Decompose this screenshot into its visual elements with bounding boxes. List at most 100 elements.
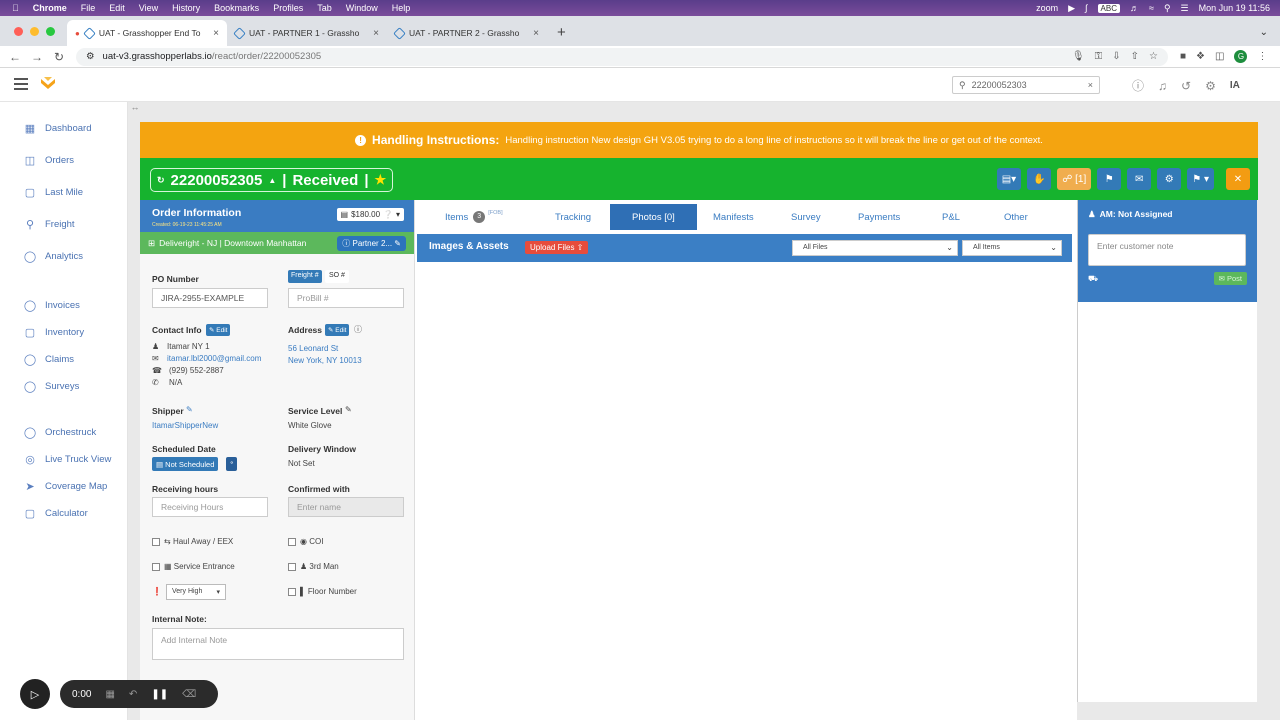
key-icon[interactable]: ⚿ — [1095, 51, 1103, 62]
side-panel-icon[interactable]: ◫ — [1215, 51, 1224, 62]
sidebar-item-last-mile[interactable]: ▢ Last Mile — [0, 179, 127, 205]
all-files-select[interactable]: All Files ⌄ — [792, 240, 958, 256]
share-icon[interactable]: ⇧ — [1131, 51, 1139, 62]
camera-icon[interactable]: ▷ — [20, 679, 50, 709]
menu-view[interactable]: View — [139, 3, 158, 13]
play-icon[interactable]: ▶ — [1068, 3, 1075, 14]
menu-window[interactable]: Window — [346, 3, 378, 13]
puzzle-extensions-icon[interactable]: ❖ — [1196, 51, 1205, 62]
email-button[interactable]: ✉ — [1127, 168, 1152, 190]
edit-service-icon[interactable]: ✎ — [345, 405, 352, 414]
chrome-menu-icon[interactable]: ⋮ — [1257, 51, 1267, 62]
priority-select[interactable]: Very High ▾ — [166, 584, 226, 600]
install-icon[interactable]: ⇩ — [1112, 51, 1120, 62]
back-button[interactable]: ← — [4, 50, 26, 64]
tab-manifests[interactable]: Manifests — [713, 204, 754, 230]
coi-checkbox[interactable] — [288, 538, 296, 546]
sidebar-item-claims[interactable]: ◯ Claims — [0, 346, 127, 372]
route-dropdown-button[interactable]: ⚑ ▾ — [1187, 168, 1214, 190]
third-man-checkbox[interactable] — [288, 563, 296, 571]
tab-tracking[interactable]: Tracking — [555, 204, 591, 230]
sidebar-item-dashboard[interactable]: ▦ Dashboard — [0, 115, 127, 141]
sidebar-item-live-truck-view[interactable]: ◎ Live Truck View — [0, 446, 127, 472]
menu-history[interactable]: History — [172, 3, 200, 13]
address-line1[interactable]: 56 Leonard St — [288, 344, 338, 353]
forward-button[interactable]: → — [26, 50, 48, 64]
sidebar-item-freight[interactable]: ⚲ Freight — [0, 211, 127, 237]
menu-profiles[interactable]: Profiles — [273, 3, 303, 13]
sidebar-item-calculator[interactable]: ▢ Calculator — [0, 500, 127, 526]
edit-shipper-icon[interactable]: ✎ — [186, 405, 193, 414]
bluetooth-icon[interactable]: ∫ — [1085, 3, 1087, 13]
grid-icon[interactable]: ▦ — [105, 689, 114, 700]
plus-icon[interactable]: ⊞ — [148, 238, 155, 249]
contact-email[interactable]: itamar.lbl2000@gmail.com — [167, 354, 261, 363]
control-center-icon[interactable]: ☰ — [1181, 3, 1189, 14]
reload-button[interactable]: ↻ — [48, 50, 70, 64]
help-icon[interactable]: ⓘ — [1132, 77, 1144, 94]
browser-tab-main[interactable]: ● UAT - Grasshopper End To × — [67, 20, 227, 46]
collapse-sidebar-icon[interactable]: ↔ — [129, 102, 141, 114]
link-button[interactable]: ☍ [1] — [1057, 168, 1092, 190]
browser-tab-partner2[interactable]: UAT - PARTNER 2 - Grassho × — [387, 20, 547, 46]
menu-edit[interactable]: Edit — [109, 3, 125, 13]
app-menu-chrome[interactable]: Chrome — [33, 3, 67, 13]
zoom-window-button[interactable] — [46, 27, 55, 36]
menu-help[interactable]: Help — [392, 3, 411, 13]
price-dropdown[interactable]: ▤ $180.00 ❔ ▾ — [336, 208, 404, 221]
tab-pnl[interactable]: P&L — [942, 204, 960, 230]
close-order-button[interactable]: ✕ — [1226, 168, 1250, 190]
trash-icon[interactable]: ⌫ — [182, 689, 196, 700]
volume-icon[interactable]: ♬ — [1130, 3, 1139, 13]
microphone-icon[interactable]: 🎙 — [1072, 51, 1085, 62]
tab-search-icon[interactable]: ⌄ — [1248, 27, 1280, 46]
settings-button[interactable]: ⚙ — [1157, 168, 1182, 190]
hand-button[interactable]: ✋ — [1027, 168, 1052, 190]
tab-other[interactable]: Other — [1004, 204, 1028, 230]
edit-contact-button[interactable]: ✎ Edit — [206, 324, 231, 336]
address-line2[interactable]: New York, NY 10013 — [288, 356, 362, 365]
sidebar-item-surveys[interactable]: ◯ Surveys — [0, 373, 127, 399]
extension-icon[interactable]: ■ — [1180, 51, 1186, 62]
all-items-select[interactable]: All Items ⌄ — [962, 240, 1062, 256]
post-note-button[interactable]: ✉ Post — [1213, 272, 1247, 285]
profile-avatar[interactable]: G — [1234, 50, 1248, 63]
minimize-window-button[interactable] — [30, 27, 39, 36]
order-search-input[interactable]: ⚲ 22200052303 × — [952, 76, 1100, 94]
browser-tab-partner1[interactable]: UAT - PARTNER 1 - Grassho × — [227, 20, 387, 46]
wifi-icon[interactable]: ≈ — [1149, 3, 1154, 13]
sidebar-item-analytics[interactable]: ◯ Analytics — [0, 243, 127, 269]
bookmark-star-icon[interactable]: ☆ — [1149, 51, 1158, 62]
menu-tab[interactable]: Tab — [317, 3, 332, 13]
user-avatar[interactable]: IA — [1230, 80, 1240, 91]
tab-photos[interactable]: Photos [0] — [610, 204, 697, 230]
pin-icon[interactable]: ▲ — [268, 176, 276, 185]
site-info-icon[interactable]: ⚙ — [86, 51, 95, 62]
service-entrance-checkbox[interactable] — [152, 563, 160, 571]
menu-bookmarks[interactable]: Bookmarks — [214, 3, 259, 13]
partner-badge[interactable]: ⓘ Partner 2... ✎ — [337, 235, 406, 251]
so-number-tab[interactable]: SO # — [325, 270, 349, 283]
internal-note-input[interactable]: Add Internal Note — [152, 628, 404, 660]
close-tab-icon[interactable]: × — [533, 28, 539, 39]
haul-away-checkbox[interactable] — [152, 538, 160, 546]
sidebar-item-inventory[interactable]: ▢ Inventory — [0, 319, 127, 345]
menu-file[interactable]: File — [81, 3, 96, 13]
confirmed-with-input[interactable]: Enter name — [288, 497, 404, 517]
clock[interactable]: Mon Jun 19 11:56 — [1199, 3, 1270, 13]
input-source-indicator[interactable]: ABC — [1097, 3, 1120, 13]
flag-button[interactable]: ⚑ — [1097, 168, 1122, 190]
search-icon[interactable]: ⚲ — [1164, 3, 1171, 14]
gear-icon[interactable]: ⚙ — [1205, 79, 1216, 93]
address-bar[interactable]: ⚙ uat-v3.grasshopperlabs.io/react/order/… — [76, 47, 1168, 66]
schedule-link-icon[interactable]: ⚬ — [226, 457, 238, 471]
tab-payments[interactable]: Payments — [858, 204, 900, 230]
receiving-hours-input[interactable]: Receiving Hours — [152, 497, 268, 517]
upload-files-button[interactable]: Upload Files ⇧ — [525, 241, 589, 254]
history-icon[interactable]: ↺ — [1181, 79, 1191, 93]
sidebar-item-orders[interactable]: ◫ Orders — [0, 147, 127, 173]
probill-input[interactable]: ProBill # — [288, 288, 404, 308]
pause-icon[interactable]: ❚❚ — [151, 689, 168, 700]
document-dropdown-button[interactable]: ▤▾ — [996, 168, 1022, 190]
grasshopper-logo[interactable] — [40, 76, 56, 92]
